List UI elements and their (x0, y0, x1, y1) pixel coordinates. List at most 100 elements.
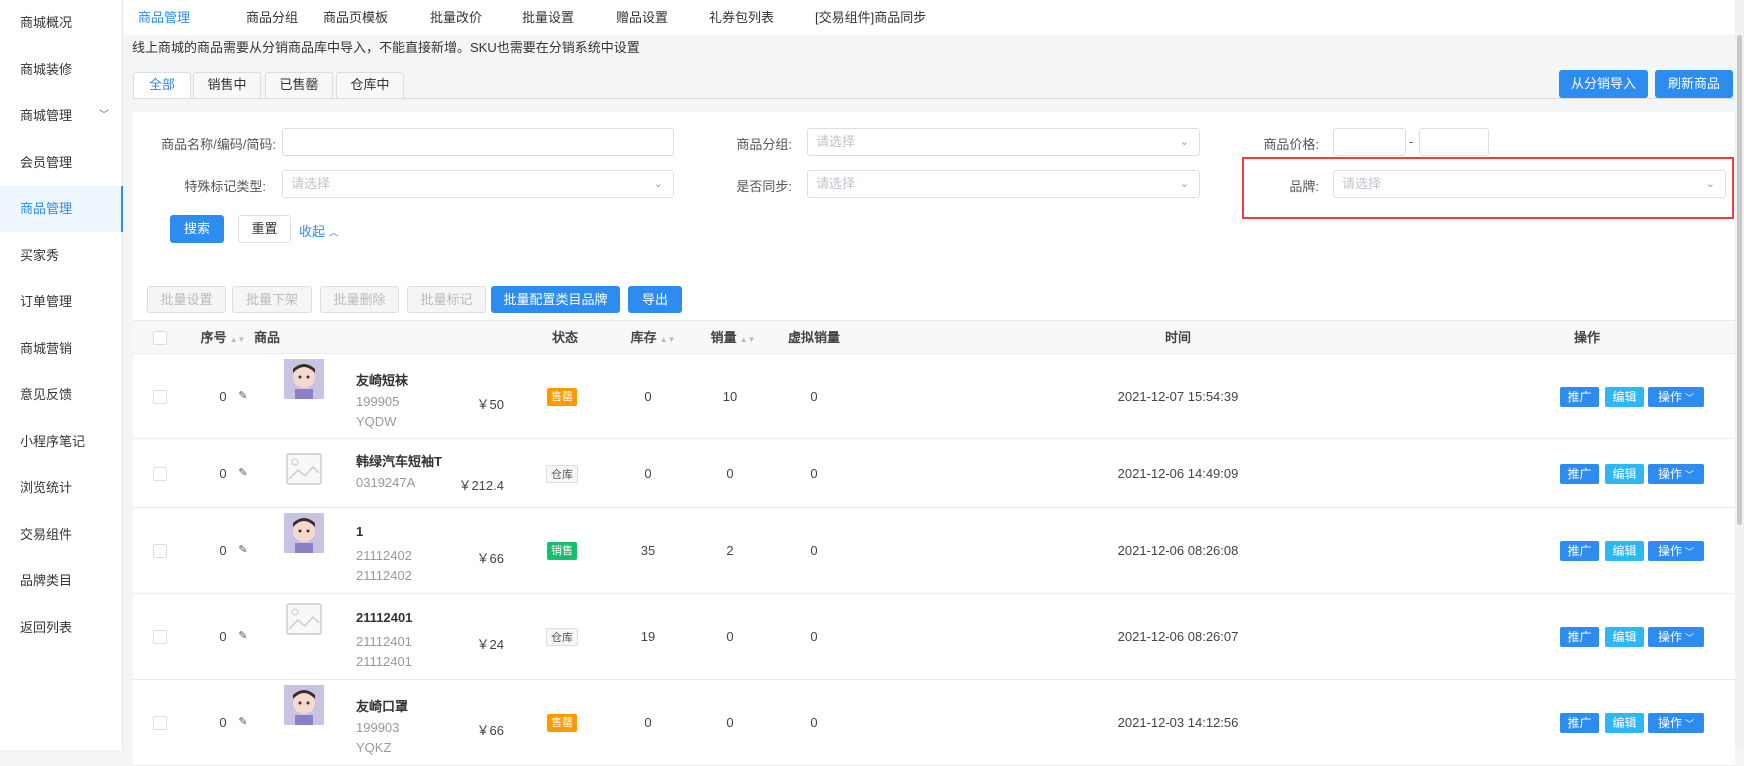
product-name[interactable]: 韩绿汽车短袖T (356, 451, 442, 470)
edit-seq-icon[interactable]: ✎ (238, 629, 247, 642)
status-tab[interactable]: 全部 (133, 72, 191, 98)
status-tab[interactable]: 仓库中 (336, 72, 404, 98)
reset-button[interactable]: 重置 (238, 215, 291, 243)
sidebar-item[interactable]: 意见反馈 (0, 372, 123, 418)
edit-button[interactable]: 编辑 (1605, 627, 1644, 647)
top-nav-tab[interactable]: 商品管理 (138, 0, 190, 35)
sync-select[interactable]: 请选择 ⌄ (807, 170, 1200, 198)
more-actions-dropdown[interactable]: 操作 ﹀ (1648, 463, 1704, 484)
collapse-link[interactable]: 收起 ︿ (299, 221, 339, 240)
sidebar-item[interactable]: 订单管理 (0, 279, 123, 325)
price-min-input[interactable] (1333, 128, 1406, 156)
product-name[interactable]: 友崎短袜 (356, 370, 408, 389)
more-actions-dropdown[interactable]: 操作 ﹀ (1648, 386, 1704, 407)
product-price: ￥66 (476, 551, 504, 566)
top-nav-tab[interactable]: [交易组件]商品同步 (815, 0, 926, 35)
chevron-down-icon: ⌄ (1179, 178, 1189, 190)
product-image (284, 513, 324, 553)
product-name[interactable]: 21112401 (356, 610, 412, 625)
virtual-sales-value: 0 (810, 543, 818, 558)
sales-value: 10 (722, 388, 738, 404)
bulk-action-button[interactable]: 批量标记 (407, 286, 486, 313)
group-select[interactable]: 请选择 ⌄ (807, 128, 1200, 156)
sidebar-item[interactable]: 会员管理 (0, 140, 123, 186)
more-actions-dropdown[interactable]: 操作 ﹀ (1648, 627, 1704, 647)
top-nav-tab[interactable]: 礼券包列表 (709, 0, 774, 35)
bulk-action-button[interactable]: 导出 (628, 286, 682, 313)
edit-seq-icon[interactable]: ✎ (238, 389, 247, 402)
sidebar-item-label: 浏览统计 (20, 480, 73, 495)
chevron-down-icon: ﹀ (1685, 469, 1695, 480)
edit-seq-icon[interactable]: ✎ (238, 715, 247, 728)
product-name[interactable]: 1 (356, 524, 363, 539)
price-max-input[interactable] (1419, 128, 1489, 156)
row-checkbox[interactable] (153, 466, 167, 481)
edit-seq-icon[interactable]: ✎ (238, 543, 247, 556)
sort-icon: ▲▼ (739, 335, 756, 344)
product-code: 199903 (356, 720, 400, 735)
promote-button[interactable]: 推广 (1560, 386, 1599, 407)
promote-button[interactable]: 推广 (1560, 627, 1599, 647)
sidebar-item[interactable]: 小程序笔记 (0, 419, 123, 465)
name-input[interactable] (282, 128, 674, 156)
top-nav-tab[interactable]: 赠品设置 (616, 0, 668, 35)
sidebar-item[interactable]: 浏览统计 (0, 465, 123, 511)
sidebar-item-label: 商城概况 (20, 15, 73, 30)
top-nav-tab[interactable]: 批量设置 (522, 0, 574, 35)
chevron-down-icon: ﹀ (1685, 547, 1695, 557)
sidebar-item-label: 小程序笔记 (20, 433, 86, 449)
sidebar-item[interactable]: 品牌类目 (0, 558, 123, 604)
bulk-action-button[interactable]: 批量配置类目品牌 (491, 286, 620, 313)
virtual-sales-value: 0 (810, 715, 818, 730)
bulk-action-button[interactable]: 批量设置 (147, 286, 226, 313)
sidebar-item[interactable]: 交易组件 (0, 512, 123, 558)
bulk-action-button[interactable]: 批量下架 (232, 286, 312, 313)
sidebar-item[interactable]: 返回列表 (0, 605, 123, 651)
more-actions-label: 操作 (1657, 466, 1682, 481)
edit-button[interactable]: 编辑 (1605, 541, 1644, 561)
status-badge: 售罄 (547, 714, 577, 732)
status-tab[interactable]: 销售中 (193, 72, 261, 98)
edit-seq-icon[interactable]: ✎ (238, 466, 247, 479)
bulk-action-button[interactable]: 批量删除 (320, 286, 399, 313)
sidebar-item[interactable]: 商城概况 (0, 0, 123, 46)
search-button[interactable]: 搜索 (170, 215, 224, 243)
row-checkbox[interactable] (153, 544, 167, 558)
edit-button[interactable]: 编辑 (1605, 463, 1644, 484)
sidebar-item[interactable]: 商城管理 ﹀ (0, 93, 123, 139)
mark-type-select[interactable]: 请选择 ⌄ (282, 170, 674, 198)
more-actions-dropdown[interactable]: 操作 ﹀ (1648, 541, 1704, 561)
header-sales[interactable]: 销量 ▲▼ (711, 321, 756, 356)
more-actions-dropdown[interactable]: 操作 ﹀ (1648, 713, 1704, 733)
row-checkbox[interactable] (153, 630, 167, 644)
product-code-2: YQKZ (356, 740, 392, 755)
top-nav-tab[interactable]: 批量改价 (430, 0, 482, 35)
promote-button[interactable]: 推广 (1560, 713, 1599, 733)
product-name[interactable]: 友崎口罩 (356, 696, 408, 715)
row-checkbox[interactable] (153, 716, 167, 730)
sidebar-item[interactable]: 商城营销 (0, 326, 123, 372)
highlight-box (1242, 157, 1734, 219)
header-seq[interactable]: 序号 ▲▼ (201, 321, 246, 356)
promote-button[interactable]: 推广 (1560, 463, 1599, 484)
stock-value: 35 (640, 543, 656, 558)
edit-button[interactable]: 编辑 (1605, 713, 1644, 733)
header-stock[interactable]: 库存 ▲▼ (631, 321, 676, 356)
chevron-up-icon: ︿ (328, 228, 339, 239)
sidebar-item[interactable]: 买家秀 (0, 233, 123, 279)
product-image (284, 359, 324, 399)
sidebar-item[interactable]: 商城装修 (0, 47, 123, 93)
refresh-products-button[interactable]: 刷新商品 (1655, 70, 1733, 98)
top-nav-tab[interactable]: 商品分组 (246, 0, 298, 35)
import-from-distribution-button[interactable]: 从分销导入 (1559, 70, 1648, 98)
row-checkbox[interactable] (153, 389, 167, 404)
sidebar-item-label: 意见反馈 (20, 387, 73, 402)
sidebar-item[interactable]: 商品管理 (0, 186, 123, 232)
status-tab[interactable]: 已售罄 (265, 72, 333, 98)
time-value: 2021-12-06 14:49:09 (1117, 465, 1239, 481)
edit-button[interactable]: 编辑 (1605, 386, 1644, 407)
select-all-checkbox[interactable] (153, 331, 167, 345)
top-nav-tab[interactable]: 商品页模板 (323, 0, 388, 35)
scrollbar-thumb[interactable] (1737, 35, 1742, 525)
promote-button[interactable]: 推广 (1560, 541, 1599, 561)
